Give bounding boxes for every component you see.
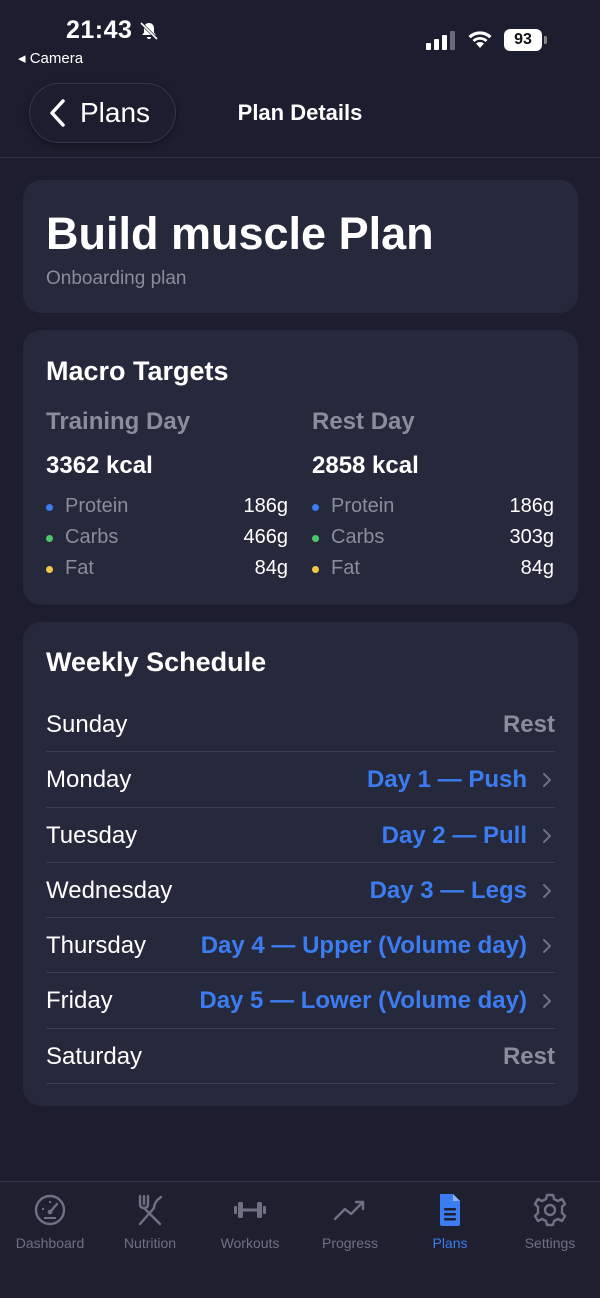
carbs-dot xyxy=(46,535,53,542)
gear-icon xyxy=(533,1193,567,1227)
workout-link[interactable]: Day 1 — Push xyxy=(367,766,527,794)
tab-label: Workouts xyxy=(220,1235,280,1251)
wifi-icon xyxy=(468,31,492,48)
tab-label: Dashboard xyxy=(15,1235,85,1251)
workout-link[interactable]: Day 4 — Upper (Volume day) xyxy=(201,932,527,960)
macro-value: 303g xyxy=(509,526,555,548)
macro-value: 466g xyxy=(243,526,289,548)
chevron-right-icon xyxy=(543,883,551,898)
macro-row-carbs: Carbs 303g xyxy=(312,523,554,554)
schedule-row-wednesday[interactable]: Wednesday Day 3 — Legs xyxy=(46,863,555,919)
tab-workouts[interactable]: Workouts xyxy=(200,1192,300,1251)
macro-name: Fat xyxy=(331,557,360,579)
navigation-bar: Plans Plan Details xyxy=(0,70,600,158)
battery-icon: 93 xyxy=(504,29,548,51)
fat-dot xyxy=(312,566,319,573)
tab-label: Settings xyxy=(524,1235,576,1251)
protein-dot xyxy=(312,504,319,511)
chevron-right-icon xyxy=(543,828,551,843)
macro-targets-card: Macro Targets Training Day 3362 kcal Pro… xyxy=(23,330,578,605)
macro-value: 186g xyxy=(509,495,555,517)
workout-link[interactable]: Day 5 — Lower (Volume day) xyxy=(199,987,527,1015)
macro-row-carbs: Carbs 466g xyxy=(46,523,288,554)
macro-row-protein: Protein 186g xyxy=(46,492,288,523)
chevron-right-icon xyxy=(543,773,551,788)
weekly-schedule-heading: Weekly Schedule xyxy=(46,647,267,677)
schedule-row-monday[interactable]: Monday Day 1 — Push xyxy=(46,752,555,808)
status-bar: 21:43 ◂ Camera 93 xyxy=(0,0,600,70)
schedule-row-saturday: Saturday Rest xyxy=(46,1029,555,1085)
fork-knife-icon xyxy=(138,1194,163,1226)
tab-settings[interactable]: Settings xyxy=(500,1192,600,1251)
macro-value: 84g xyxy=(254,557,288,579)
tab-bar: Dashboard Nutrition Workouts Progress Pl… xyxy=(0,1181,600,1298)
back-to-app-link[interactable]: ◂ Camera xyxy=(18,49,83,67)
carbs-dot xyxy=(312,535,319,542)
chevron-right-icon xyxy=(543,939,551,954)
cellular-signal-icon xyxy=(426,31,455,50)
rest-label: Rest xyxy=(502,711,555,738)
fat-dot xyxy=(46,566,53,573)
page-title: Plan Details xyxy=(237,100,363,125)
training-day-column: Training Day 3362 kcal Protein 186g Carb… xyxy=(46,408,288,585)
rest-day-kcal: 2858 kcal xyxy=(312,452,419,479)
macro-targets-heading: Macro Targets xyxy=(46,356,229,386)
day-label: Saturday xyxy=(46,1042,143,1070)
schedule-row-tuesday[interactable]: Tuesday Day 2 — Pull xyxy=(46,808,555,863)
macro-name: Protein xyxy=(65,495,129,517)
tab-plans[interactable]: Plans xyxy=(400,1192,500,1251)
tab-progress[interactable]: Progress xyxy=(300,1192,400,1251)
rest-day-column: Rest Day 2858 kcal Protein 186g Carbs 30… xyxy=(312,408,554,585)
day-label: Tuesday xyxy=(46,821,138,849)
macro-row-fat: Fat 84g xyxy=(46,554,288,585)
weekly-schedule-card: Weekly Schedule Sunday Rest Monday Day 1… xyxy=(23,622,578,1106)
trend-up-icon xyxy=(333,1200,365,1221)
macro-value: 186g xyxy=(243,495,289,517)
plan-header-card: Build muscle Plan Onboarding plan xyxy=(23,180,578,313)
battery-level: 93 xyxy=(504,29,542,51)
chevron-right-icon xyxy=(543,994,551,1009)
macro-row-fat: Fat 84g xyxy=(312,554,554,585)
tab-nutrition[interactable]: Nutrition xyxy=(100,1192,200,1251)
macro-name: Fat xyxy=(65,557,94,579)
schedule-list: Sunday Rest Monday Day 1 — Push Tuesday … xyxy=(46,697,555,1085)
tab-label: Plans xyxy=(432,1235,468,1251)
training-day-kcal: 3362 kcal xyxy=(46,452,153,479)
macro-name: Protein xyxy=(331,495,395,517)
day-label: Thursday xyxy=(46,932,147,960)
gauge-icon xyxy=(34,1194,66,1226)
training-day-title: Training Day xyxy=(46,408,191,435)
day-label: Friday xyxy=(46,987,113,1015)
macro-name: Carbs xyxy=(65,526,119,548)
schedule-row-friday[interactable]: Friday Day 5 — Lower (Volume day) xyxy=(46,973,555,1029)
plan-subtitle: Onboarding plan xyxy=(46,268,187,289)
day-label: Wednesday xyxy=(46,876,173,904)
protein-dot xyxy=(46,504,53,511)
schedule-row-thursday[interactable]: Thursday Day 4 — Upper (Volume day) xyxy=(46,918,555,974)
tab-dashboard[interactable]: Dashboard xyxy=(0,1192,100,1251)
bell-muted-icon xyxy=(139,21,159,41)
macro-row-protein: Protein 186g xyxy=(312,492,554,523)
macro-name: Carbs xyxy=(331,526,385,548)
macro-value: 84g xyxy=(520,557,554,579)
status-time: 21:43 xyxy=(66,16,133,44)
workout-link[interactable]: Day 3 — Legs xyxy=(370,877,527,905)
tab-label: Nutrition xyxy=(123,1235,177,1251)
rest-label: Rest xyxy=(502,1042,555,1070)
tab-label: Progress xyxy=(321,1235,379,1251)
workout-link[interactable]: Day 2 — Pull xyxy=(382,822,527,850)
day-label: Monday xyxy=(46,766,132,794)
schedule-row-sunday: Sunday Rest xyxy=(46,697,555,753)
dumbbell-icon xyxy=(234,1202,266,1218)
rest-day-title: Rest Day xyxy=(312,408,415,435)
day-label: Sunday xyxy=(46,711,128,738)
plan-title: Build muscle Plan xyxy=(46,208,434,259)
document-icon xyxy=(440,1194,460,1226)
